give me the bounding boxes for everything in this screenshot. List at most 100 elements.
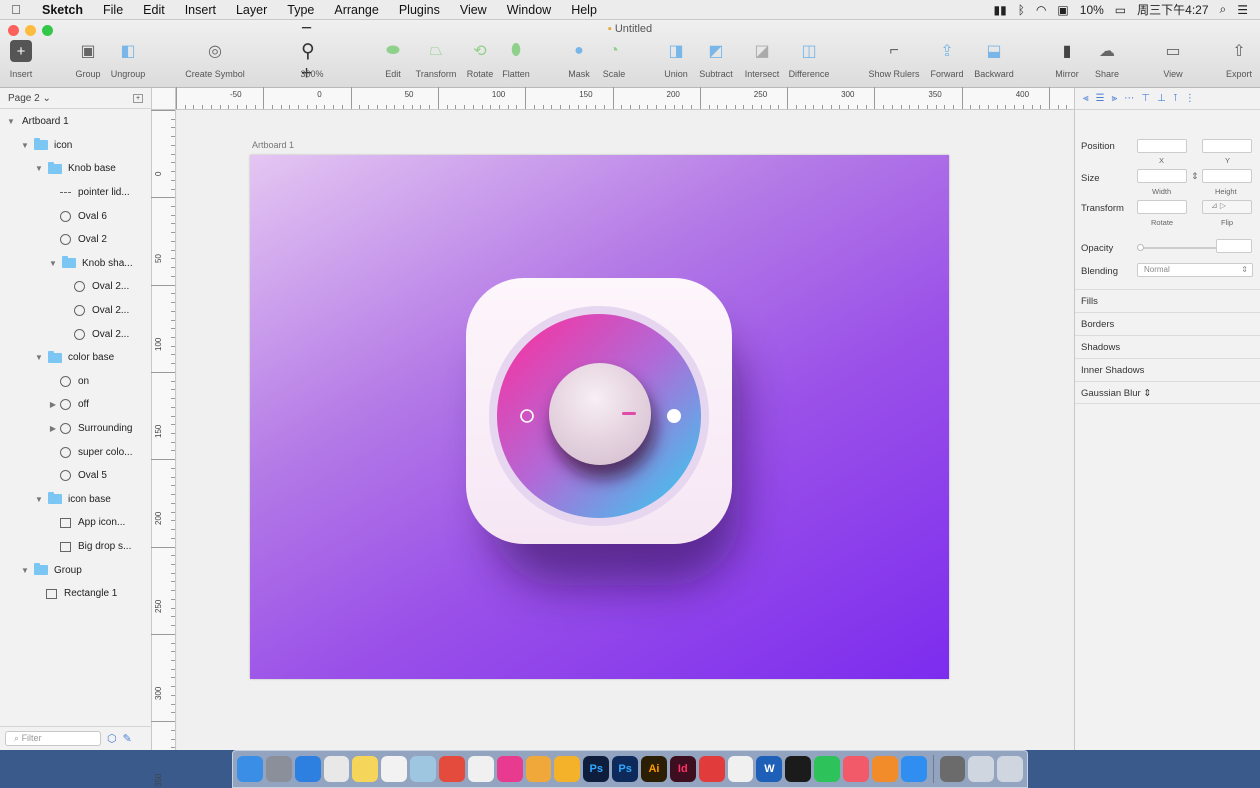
scale-button[interactable]: ◔ Scale <box>584 40 644 79</box>
layer-row[interactable]: ▼ Artboard 1 <box>0 110 151 134</box>
menu-sketch[interactable]: Sketch <box>32 3 93 17</box>
align-middle-icon[interactable]: ⊥ <box>1157 93 1166 104</box>
dock-app-colors-icon[interactable] <box>496 756 523 782</box>
screen-icon[interactable]: ▣ <box>1057 3 1068 17</box>
app-icon-artwork[interactable] <box>250 155 949 679</box>
layer-row[interactable]: ▼ Knob base <box>0 157 151 181</box>
backward-button[interactable]: ⬓ Backward <box>964 40 1024 79</box>
disclosure-down-icon[interactable]: ▼ <box>6 117 16 126</box>
distribute-h-icon[interactable]: ⋯ <box>1124 93 1134 104</box>
page-selector[interactable]: Page 2 ⌄ + <box>0 88 151 109</box>
height-field[interactable] <box>1202 169 1252 183</box>
clock-text[interactable]: 周三下午4:27 <box>1137 1 1208 18</box>
layer-row[interactable]: Oval 2 <box>0 228 151 252</box>
layer-row[interactable]: ▼ Group <box>0 558 151 582</box>
layer-row[interactable]: ▼ color base <box>0 346 151 370</box>
layer-row[interactable]: App icon... <box>0 511 151 535</box>
bluetooth-icon[interactable]: ᛒ <box>1018 3 1025 17</box>
align-bottom-icon[interactable]: ⊺ <box>1173 93 1178 104</box>
layer-row[interactable]: Rectangle 1 <box>0 582 151 606</box>
dock-app-notes-icon[interactable] <box>352 756 379 782</box>
width-field[interactable] <box>1137 169 1187 183</box>
layer-row[interactable]: Oval 2... <box>0 322 151 346</box>
apple-menu-icon[interactable]:  <box>0 2 32 17</box>
dock-app-calendar-icon[interactable] <box>323 756 350 782</box>
dock-app-books-icon[interactable] <box>871 756 898 782</box>
blending-select[interactable]: Normal ⇕ <box>1137 263 1253 277</box>
battery-text[interactable]: 10% <box>1080 3 1104 17</box>
flip-toggle[interactable]: ⊿ ▷ <box>1202 200 1252 214</box>
borders-section[interactable]: Borders <box>1075 312 1260 335</box>
dock-app-id-icon[interactable]: Id <box>669 756 696 782</box>
dock-app-word-icon[interactable]: W <box>756 756 783 782</box>
menu-help[interactable]: Help <box>561 3 607 17</box>
disclosure-down-icon[interactable]: ▼ <box>20 141 30 150</box>
dock-app-ai-icon[interactable]: Ai <box>641 756 667 782</box>
dock-app-wechat-icon[interactable] <box>814 756 841 782</box>
layer-row[interactable]: on <box>0 370 151 394</box>
align-top-icon[interactable]: ⊤ <box>1141 93 1150 104</box>
dock-app-downloads-icon[interactable] <box>968 756 995 782</box>
position-y-field[interactable] <box>1202 139 1252 153</box>
insert-button[interactable]: + Insert <box>0 40 51 79</box>
disclosure-down-icon[interactable]: ▼ <box>20 566 30 575</box>
layer-row[interactable]: Big drop s... <box>0 535 151 559</box>
dock-app-settings-icon[interactable] <box>939 756 966 782</box>
view-button[interactable]: ▭ View <box>1143 40 1203 79</box>
layer-row[interactable]: Oval 5 <box>0 464 151 488</box>
vertical-ruler[interactable]: 0 50 100 150 200 250 300 350 <box>151 110 176 787</box>
dock-app-xmind-icon[interactable] <box>698 756 725 782</box>
menu-insert[interactable]: Insert <box>175 3 226 17</box>
dock-app-trash-icon[interactable] <box>997 756 1024 782</box>
menu-layer[interactable]: Layer <box>226 3 277 17</box>
layer-row[interactable]: super colo... <box>0 440 151 464</box>
opacity-slider[interactable] <box>1137 244 1221 251</box>
dock-app-sketch-icon[interactable] <box>554 756 581 782</box>
shadows-section[interactable]: Shadows <box>1075 335 1260 358</box>
disclosure-down-icon[interactable]: ▼ <box>34 353 44 362</box>
artboard-label[interactable]: Artboard 1 <box>252 140 294 150</box>
menu-edit[interactable]: Edit <box>133 3 175 17</box>
notification-center-icon[interactable]: ☰ <box>1237 3 1248 17</box>
layer-row[interactable]: ▼ Knob sha... <box>0 252 151 276</box>
disclosure-down-icon[interactable]: ▼ <box>34 164 44 173</box>
dock-app-photos-icon[interactable] <box>467 756 494 782</box>
layer-row[interactable]: ▶ off <box>0 393 151 417</box>
inner-shadows-section[interactable]: Inner Shadows <box>1075 358 1260 381</box>
opacity-field[interactable] <box>1216 239 1252 253</box>
flatten-button[interactable]: ⬮ Flatten <box>486 40 546 79</box>
layer-row[interactable]: pointer lid... <box>0 181 151 205</box>
dock-app-music-icon[interactable] <box>843 756 869 782</box>
horizontal-ruler[interactable]: -50 0 50 100 150 200 250 300 350 400 <box>176 87 1074 110</box>
add-page-icon[interactable]: + <box>133 93 143 103</box>
layer-row[interactable]: ▼ icon base <box>0 488 151 512</box>
align-center-icon[interactable]: ☰ <box>1096 93 1105 104</box>
spotlight-icon[interactable]: ⌕ <box>1220 2 1227 17</box>
opacity-slider-handle[interactable] <box>1137 244 1144 251</box>
disclosure-right-icon[interactable]: ▶ <box>48 400 58 409</box>
distribute-v-icon[interactable]: ⋮ <box>1185 93 1195 104</box>
export-button[interactable]: ⇧ Export <box>1209 40 1260 79</box>
menu-type[interactable]: Type <box>277 3 324 17</box>
disclosure-down-icon[interactable]: ▼ <box>34 495 44 504</box>
layer-row[interactable]: Oval 6 <box>0 204 151 228</box>
menu-window[interactable]: Window <box>497 3 561 17</box>
dock-app-safari-icon[interactable] <box>294 756 321 782</box>
artboard[interactable] <box>250 155 949 679</box>
layer-row[interactable]: ▶ Surrounding <box>0 417 151 441</box>
rotate-field[interactable] <box>1137 200 1187 214</box>
disclosure-right-icon[interactable]: ▶ <box>48 424 58 433</box>
menu-file[interactable]: File <box>93 3 133 17</box>
dock-app-app-store-icon[interactable] <box>900 756 927 782</box>
layer-row[interactable]: Oval 2... <box>0 275 151 299</box>
dock-app-ps-icon[interactable]: Ps <box>612 756 639 782</box>
dock-app-launchpad-icon[interactable] <box>265 756 292 782</box>
layer-row[interactable]: Oval 2... <box>0 299 151 323</box>
edit-layers-icon[interactable]: ✎ <box>123 732 132 745</box>
page-name[interactable]: Page 2 <box>8 93 40 104</box>
status-app-icon[interactable]: ▮▮ <box>994 3 1007 17</box>
dock-app-ps-icon[interactable]: Ps <box>583 756 610 782</box>
align-right-icon[interactable]: ⫸ <box>1112 93 1118 104</box>
wifi-icon[interactable]: ◠ <box>1036 3 1046 17</box>
layer-row[interactable]: ▼ icon <box>0 134 151 158</box>
